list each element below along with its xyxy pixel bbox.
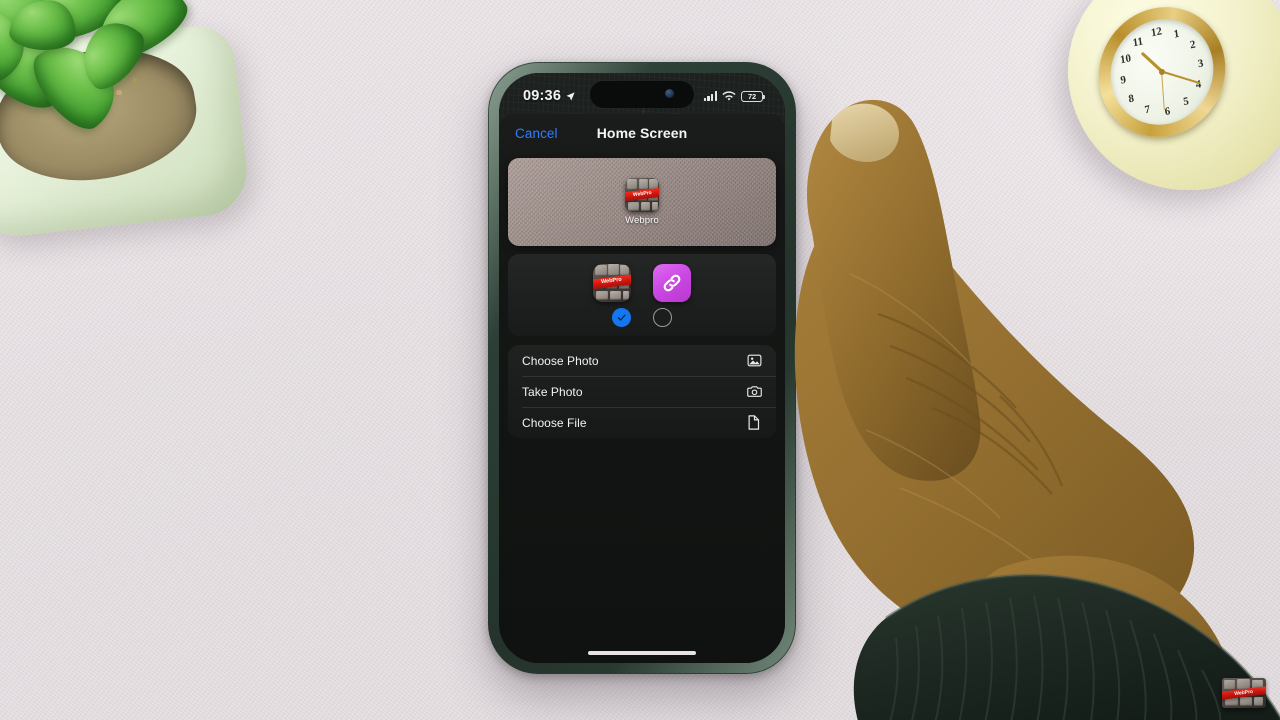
succulent-plant — [0, 0, 290, 240]
webpro-badge-text: WebPro — [601, 277, 623, 286]
radio-selected[interactable] — [612, 307, 631, 327]
clock-numeral: 10 — [1119, 52, 1132, 67]
choose-file-label: Choose File — [522, 415, 587, 430]
watermark-badge-text: WebPro — [1234, 688, 1254, 697]
choose-photo-label: Choose Photo — [522, 353, 599, 368]
webpro-watermark: WebPro — [1222, 678, 1266, 708]
location-arrow-icon — [566, 91, 575, 101]
home-indicator-bar[interactable] — [588, 651, 696, 655]
hand-illustration — [794, 99, 1280, 720]
clock-numeral: 11 — [1131, 34, 1144, 50]
clock-numeral: 2 — [1189, 38, 1197, 52]
icon-radio-row — [612, 307, 672, 327]
webpro-app-icon: WebPro — [625, 178, 659, 212]
take-photo-label: Take Photo — [522, 384, 583, 399]
icon-options-row: WebPro — [593, 263, 691, 302]
webpro-badge-text: WebPro — [632, 190, 652, 199]
icon-option-webpro[interactable]: WebPro — [593, 263, 631, 302]
preview-app-label: Webpro — [625, 215, 659, 226]
radio-unselected[interactable] — [653, 307, 672, 327]
icon-option-link[interactable] — [653, 263, 691, 302]
clock-numeral: 3 — [1197, 57, 1205, 71]
status-time: 09:36 — [523, 88, 562, 104]
check-icon — [617, 314, 626, 321]
status-bar-left: 09:36 — [523, 88, 576, 104]
clock-numeral: 1 — [1173, 27, 1181, 41]
link-icon — [663, 274, 681, 291]
clock-center-pin — [1158, 68, 1166, 76]
watermark-logo: WebPro — [1222, 678, 1266, 708]
soil-grit — [132, 78, 137, 83]
soil-grit — [116, 90, 122, 95]
clock-numeral: 12 — [1150, 25, 1163, 40]
pointing-hand — [700, 78, 1280, 720]
